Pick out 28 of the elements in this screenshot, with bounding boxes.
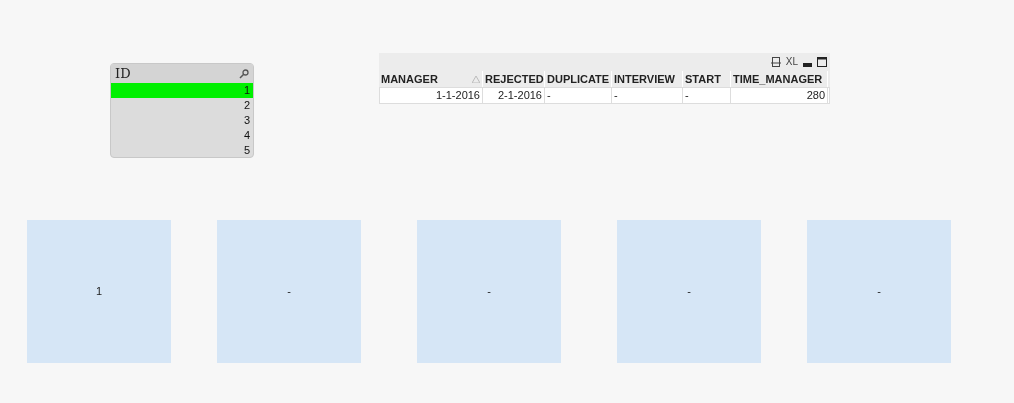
table-cell: 1-1-2016 — [380, 88, 483, 103]
text-box: - — [217, 220, 361, 363]
listbox-item[interactable]: 2 — [111, 98, 253, 113]
text-box: - — [617, 220, 761, 363]
column-header[interactable]: TIME_MANAGER — [731, 71, 828, 87]
maximize-icon[interactable] — [817, 57, 827, 67]
printer-icon[interactable] — [770, 57, 781, 67]
listbox-item[interactable]: 5 — [111, 143, 253, 158]
listbox-item[interactable]: 4 — [111, 128, 253, 143]
excel-export-button[interactable]: XL — [785, 57, 798, 67]
text-box: - — [417, 220, 561, 363]
sort-icon — [472, 75, 480, 83]
text-box: - — [807, 220, 951, 363]
listbox-title: ID — [115, 64, 131, 83]
column-header[interactable]: MANAGER — [379, 71, 483, 87]
text-box: 1 — [27, 220, 171, 363]
column-header[interactable]: INTERVIEW — [612, 71, 683, 87]
table-cell: - — [612, 88, 683, 103]
column-header[interactable]: REJECTED — [483, 71, 545, 87]
column-header[interactable]: DUPLICATE — [545, 71, 612, 87]
table-cell: - — [683, 88, 731, 103]
column-header[interactable]: START — [683, 71, 731, 87]
listbox-item[interactable]: 3 — [111, 113, 253, 128]
search-icon[interactable] — [239, 68, 249, 79]
listbox-item[interactable]: 1 — [111, 83, 253, 98]
table-cell: 280 — [731, 88, 828, 103]
table-cell: - — [545, 88, 612, 103]
table-cell: 2-1-2016 — [483, 88, 545, 103]
